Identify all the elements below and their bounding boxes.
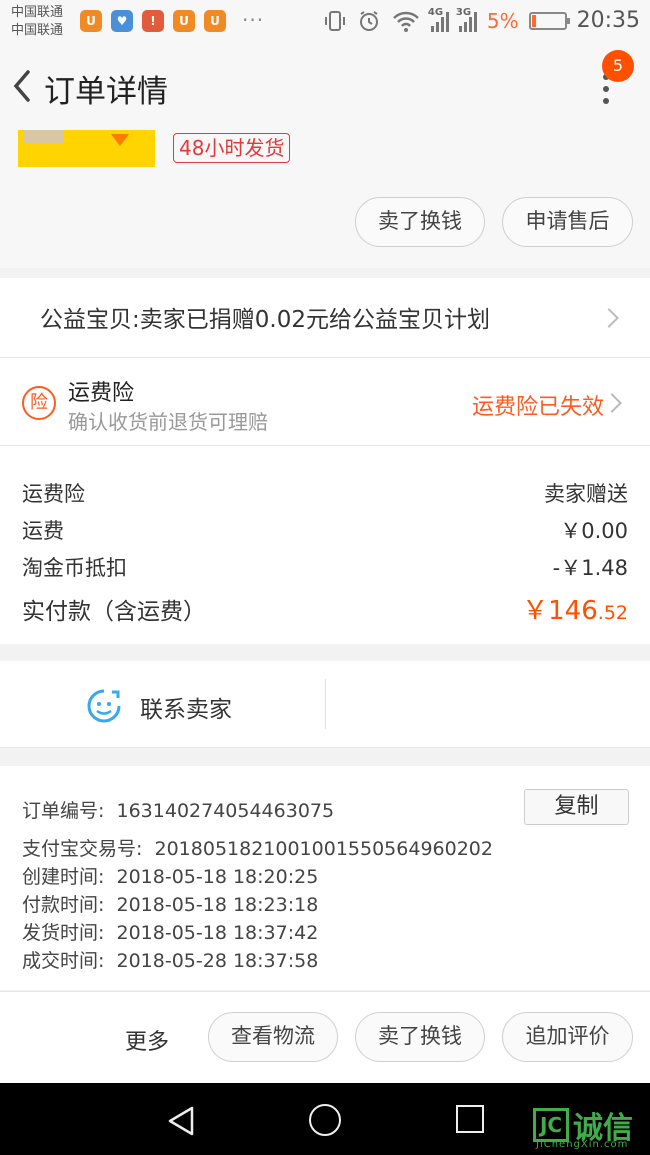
nav-home-icon[interactable]	[309, 1104, 341, 1136]
arrow-down-icon	[111, 134, 129, 146]
wifi-icon	[392, 11, 419, 32]
product-thumbnail[interactable]	[18, 130, 155, 167]
cost-value: 卖家赠送	[544, 482, 628, 506]
more-actions-button[interactable]: 更多	[125, 1024, 169, 1056]
paid-time-row: 付款时间: 2018-05-18 18:23:18	[22, 890, 318, 917]
nav-back-icon[interactable]	[166, 1105, 196, 1137]
status-bar: 中国联通 中国联通 U ♥ ! U U ··· 4G 3G 5% 20:35	[0, 0, 650, 44]
app-header: 订单详情 5	[0, 44, 650, 130]
contact-seller-row: 联系卖家	[0, 661, 650, 747]
cost-label: 运费	[22, 519, 64, 543]
uc-browser-icon: U	[204, 10, 226, 32]
insurance-title: 运费险	[68, 381, 135, 406]
charity-row[interactable]: 公益宝贝:卖家已捐赠0.02元给公益宝贝计划	[0, 278, 650, 358]
insurance-icon: 险	[22, 386, 56, 420]
bottom-action-bar: 更多 查看物流 卖了换钱 追加评价	[0, 992, 650, 1083]
total-paid-label: 实付款（含运费）	[22, 599, 206, 625]
battery-percent: 5%	[486, 8, 519, 33]
vertical-divider	[325, 679, 326, 729]
chevron-right-icon	[599, 308, 619, 328]
carrier-labels: 中国联通 中国联通	[11, 4, 63, 40]
alipay-number: 2018051821001001550564960202	[154, 838, 493, 860]
signal-4g-icon: 4G	[427, 6, 449, 32]
cost-summary: 运费险 卖家赠送 运费 ￥0.00 淘金币抵扣 -￥1.48 实付款（含运费） …	[0, 446, 650, 644]
total-paid-integer: ￥146	[522, 596, 598, 626]
back-arrow-icon[interactable]	[8, 66, 38, 106]
insurance-status: 运费险已失效	[471, 395, 604, 420]
order-number-row: 订单编号: 163140274054463075	[22, 796, 334, 823]
uc-browser-icon: U	[80, 10, 102, 32]
uc-browser-icon: U	[173, 10, 195, 32]
order-info: 订单编号: 163140274054463075 复制 支付宝交易号: 2018…	[0, 766, 650, 990]
more-notifications-icon: ···	[242, 8, 265, 32]
sell-for-cash-button[interactable]: 卖了换钱	[355, 1012, 485, 1062]
carrier-2: 中国联通	[11, 23, 64, 38]
add-review-button[interactable]: 追加评价	[502, 1012, 633, 1062]
health-app-icon: ♥	[111, 10, 133, 32]
carrier-1: 中国联通	[11, 5, 64, 20]
chevron-right-icon	[602, 393, 622, 413]
sell-for-cash-button[interactable]: 卖了换钱	[355, 197, 485, 247]
charity-text: 公益宝贝:卖家已捐赠0.02元给公益宝贝计划	[40, 307, 490, 333]
shipping-insurance-row[interactable]: 险 运费险 确认收货前退货可理赔 运费险已失效	[0, 358, 650, 445]
battery-icon	[528, 11, 570, 30]
divider	[0, 747, 650, 748]
cost-value: ￥0.00	[560, 519, 628, 543]
battery-warning-icon: !	[142, 10, 164, 32]
product-section: 48小时发货 卖了换钱 申请售后	[0, 130, 650, 268]
page-title: 订单详情	[44, 74, 168, 110]
product-image	[24, 130, 64, 144]
signal-3g-icon: 3G	[455, 6, 477, 32]
network-type-2: 3G	[455, 6, 472, 18]
shipped-time-row: 发货时间: 2018-05-18 18:37:42	[22, 918, 318, 945]
shipping-tag: 48小时发货	[173, 133, 291, 163]
alarm-icon	[359, 10, 378, 31]
cost-value: -￥1.48	[552, 556, 628, 580]
copy-button[interactable]: 复制	[524, 789, 629, 825]
order-number: 163140274054463075	[116, 800, 335, 822]
clock: 20:35	[576, 8, 640, 33]
alipay-number-label: 支付宝交易号:	[22, 838, 143, 860]
chat-smile-icon[interactable]	[86, 688, 122, 724]
shipped-time-label: 发货时间:	[22, 922, 105, 944]
created-time-row: 创建时间: 2018-05-18 18:20:25	[22, 862, 318, 889]
nav-recent-apps-icon[interactable]	[456, 1105, 484, 1133]
view-logistics-button[interactable]: 查看物流	[208, 1012, 338, 1062]
cost-label: 运费险	[22, 482, 85, 506]
vibrate-icon	[324, 10, 345, 31]
notification-icons: U ♥ ! U U	[80, 10, 226, 32]
network-type-1: 4G	[427, 6, 444, 18]
closed-time-row: 成交时间: 2018-05-28 18:37:58	[22, 946, 318, 973]
paid-time-label: 付款时间:	[22, 894, 105, 916]
after-sale-button[interactable]: 申请售后	[502, 197, 633, 247]
system-navigation-bar: JC 诚信 JiChengXin.com	[0, 1083, 650, 1155]
alipay-number-row: 支付宝交易号: 2018051821001001550564960202	[22, 834, 493, 861]
contact-seller-button[interactable]: 联系卖家	[140, 690, 232, 724]
closed-time-label: 成交时间:	[22, 950, 105, 972]
notification-badge: 5	[602, 50, 634, 82]
created-time: 2018-05-18 18:20:25	[116, 866, 319, 888]
created-time-label: 创建时间:	[22, 866, 105, 888]
closed-time: 2018-05-28 18:37:58	[116, 950, 319, 972]
cost-label: 淘金币抵扣	[22, 556, 127, 580]
paid-time: 2018-05-18 18:23:18	[116, 894, 319, 916]
shipped-time: 2018-05-18 18:37:42	[116, 922, 319, 944]
total-paid-amount: ￥146.52	[522, 590, 628, 627]
order-number-label: 订单编号:	[22, 800, 105, 822]
insurance-subtitle: 确认收货前退货可理赔	[68, 410, 268, 434]
total-paid-decimal: .52	[597, 602, 628, 624]
watermark-url: JiChengXin.com	[536, 1139, 629, 1150]
system-indicators: 4G 3G 5% 20:35	[323, 6, 640, 33]
watermark-box: JC	[533, 1108, 569, 1142]
